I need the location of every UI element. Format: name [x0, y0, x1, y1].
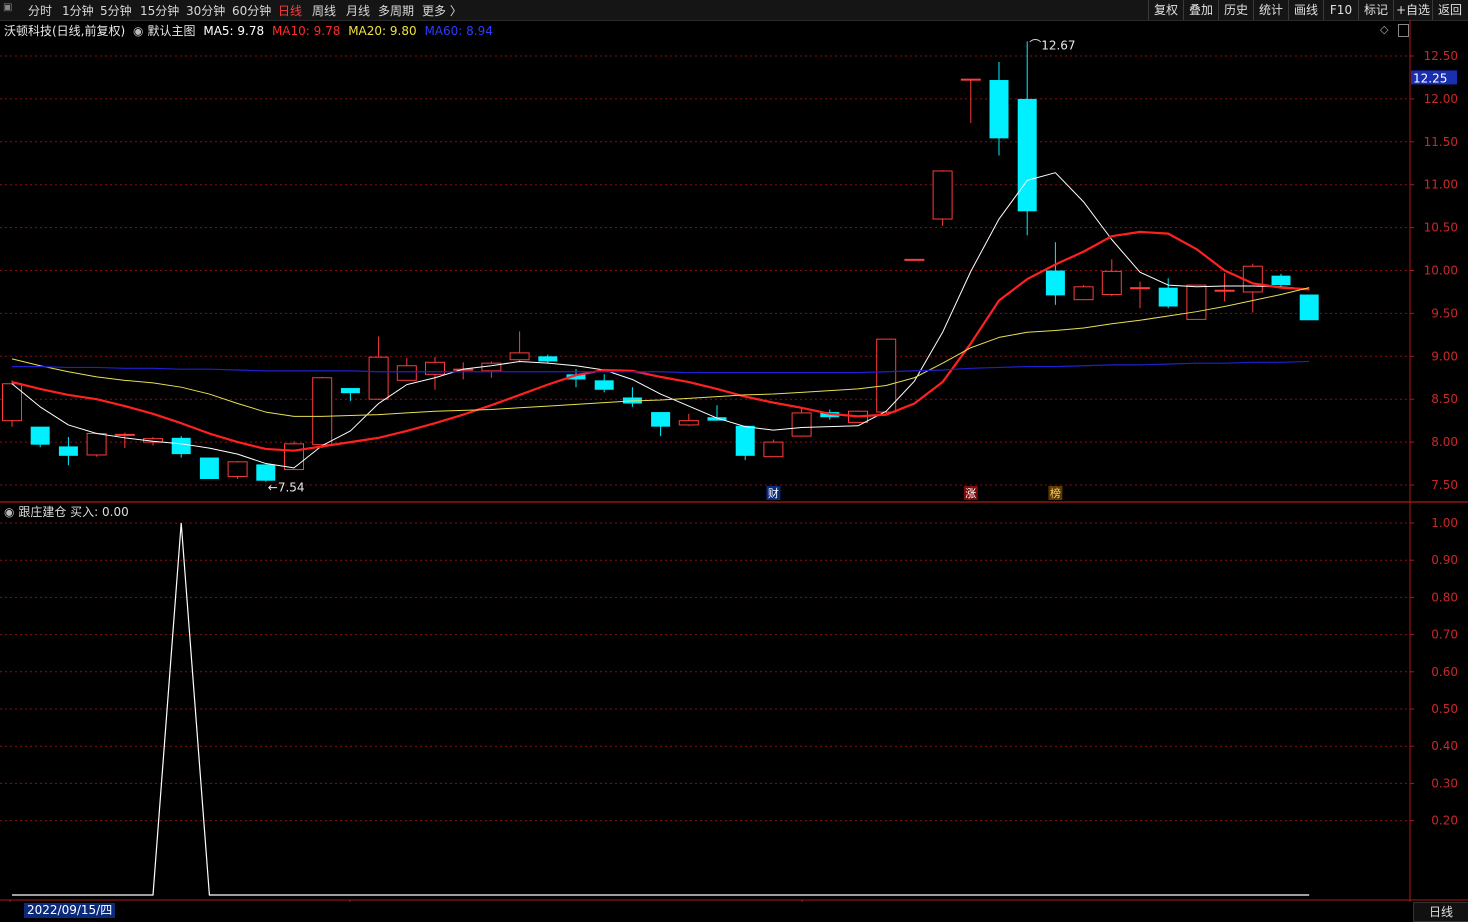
tab-period-daily[interactable]: 日线	[278, 2, 302, 19]
candle-body	[791, 412, 812, 437]
tab-period-60min[interactable]: 60分钟	[232, 2, 271, 19]
price-chart-canvas[interactable]: 12.50 12.00 11.50 11.00 10.50 10.00 9.50 9.00 8.…	[0, 20, 1468, 902]
indicator-tick-label: 0.70	[1431, 628, 1458, 642]
price-tick-label: 8.50	[1431, 392, 1458, 406]
candle-body	[1130, 287, 1150, 290]
indicator-tick-label: 0.30	[1431, 776, 1458, 790]
tab-period-1min[interactable]: 1分钟	[62, 2, 94, 19]
candle-body	[227, 461, 248, 477]
price-tick-label: 12.50	[1424, 49, 1458, 63]
indicator-tick-label: 0.50	[1431, 702, 1458, 716]
price-tick-label: 10.00	[1424, 264, 1458, 278]
candle-body	[256, 464, 276, 481]
candle-body	[1017, 98, 1037, 212]
price-tick-label: 9.00	[1431, 349, 1458, 363]
tab-period-30min[interactable]: 30分钟	[186, 2, 225, 19]
back-button[interactable]: 返回	[1432, 0, 1467, 20]
candle-body	[86, 433, 107, 456]
candle-body	[30, 426, 50, 445]
candle-body	[1271, 275, 1291, 286]
fuquan-button[interactable]: 复权	[1148, 0, 1183, 20]
tab-period-5min[interactable]: 5分钟	[100, 2, 132, 19]
current-price-label: 12.25	[1413, 71, 1447, 85]
add-watchlist-button[interactable]: +自选	[1393, 0, 1432, 20]
candle-body	[368, 356, 389, 400]
tab-period-15min[interactable]: 15分钟	[140, 2, 179, 19]
price-tick-label: 9.50	[1431, 306, 1458, 320]
candle-body	[989, 80, 1009, 139]
price-tick-label: 11.00	[1424, 178, 1458, 192]
tab-period-multi[interactable]: 多周期	[378, 2, 414, 19]
candle-body	[1101, 270, 1122, 296]
statistics-button[interactable]: 统计	[1253, 0, 1288, 20]
candle-body	[312, 377, 333, 446]
candle-body	[171, 437, 191, 455]
price-tick-label: 7.50	[1431, 478, 1458, 492]
mark-button[interactable]: 标记	[1358, 0, 1393, 20]
candle-body	[1299, 294, 1319, 321]
candle-body	[763, 441, 784, 458]
candle-body	[1186, 284, 1207, 320]
price-tick-label: 10.50	[1424, 221, 1458, 235]
chart-menu-icon[interactable]: ▣	[3, 2, 12, 13]
candle-body	[876, 338, 897, 413]
candle-body	[904, 258, 925, 261]
period-toolbar: ▣ 分时 1分钟 5分钟 15分钟 30分钟 60分钟 日线 周线 月线 多周期…	[0, 0, 1468, 21]
overlay-button[interactable]: 叠加	[1183, 0, 1218, 20]
history-button[interactable]: 历史	[1218, 0, 1253, 20]
f10-button[interactable]: F10	[1323, 0, 1358, 20]
candle-body	[735, 425, 755, 456]
event-marker-label: 涨	[965, 487, 976, 500]
indicator-tick-label: 0.80	[1431, 590, 1458, 604]
candle-body	[1242, 265, 1263, 293]
price-tick-label: 11.50	[1424, 135, 1458, 149]
high-price-annotation: ⌒12.67	[1029, 38, 1075, 52]
indicator-tick-label: 0.60	[1431, 665, 1458, 679]
low-price-annotation: ←7.54	[268, 481, 305, 495]
candle-body	[1158, 287, 1178, 307]
indicator-tick-label: 0.90	[1431, 553, 1458, 567]
event-marker-label: 财	[768, 486, 779, 500]
candle-body	[509, 352, 530, 361]
indicator-tick-label: 0.20	[1431, 814, 1458, 828]
candle-body	[678, 420, 699, 426]
indicator-tick-label: 0.40	[1431, 739, 1458, 753]
candle-body	[960, 78, 981, 81]
candle-body	[1073, 286, 1094, 301]
tab-period-weekly[interactable]: 周线	[312, 2, 336, 19]
date-badge: 2022/09/15/四	[24, 903, 116, 918]
tab-period-more[interactable]: 更多 〉	[422, 2, 462, 19]
candle-body	[538, 356, 558, 362]
ma-line-ma60	[12, 360, 1310, 374]
candle-body	[425, 361, 445, 375]
candle-body	[932, 170, 953, 220]
candle-body	[396, 365, 417, 381]
candle-body	[114, 433, 135, 436]
price-tick-label: 12.00	[1424, 92, 1458, 106]
price-tick-label: 8.00	[1431, 435, 1458, 449]
tab-period-fenshi[interactable]: 分时	[28, 2, 52, 19]
candle-body	[1045, 270, 1065, 296]
tab-period-monthly[interactable]: 月线	[346, 2, 370, 19]
candle-body	[594, 380, 614, 390]
candle-body	[340, 388, 360, 394]
candle-body	[1214, 289, 1235, 292]
candle-body	[284, 443, 304, 471]
period-status-tab[interactable]: 日线	[1413, 902, 1468, 922]
event-marker-label: 榜	[1050, 486, 1061, 500]
candle-body	[199, 457, 219, 479]
ma-line-ma20	[11, 287, 1310, 417]
indicator-tick-label: 1.00	[1431, 516, 1458, 530]
draw-line-button[interactable]: 画线	[1288, 0, 1323, 20]
candle-body	[651, 412, 671, 427]
candle-body	[58, 446, 78, 456]
